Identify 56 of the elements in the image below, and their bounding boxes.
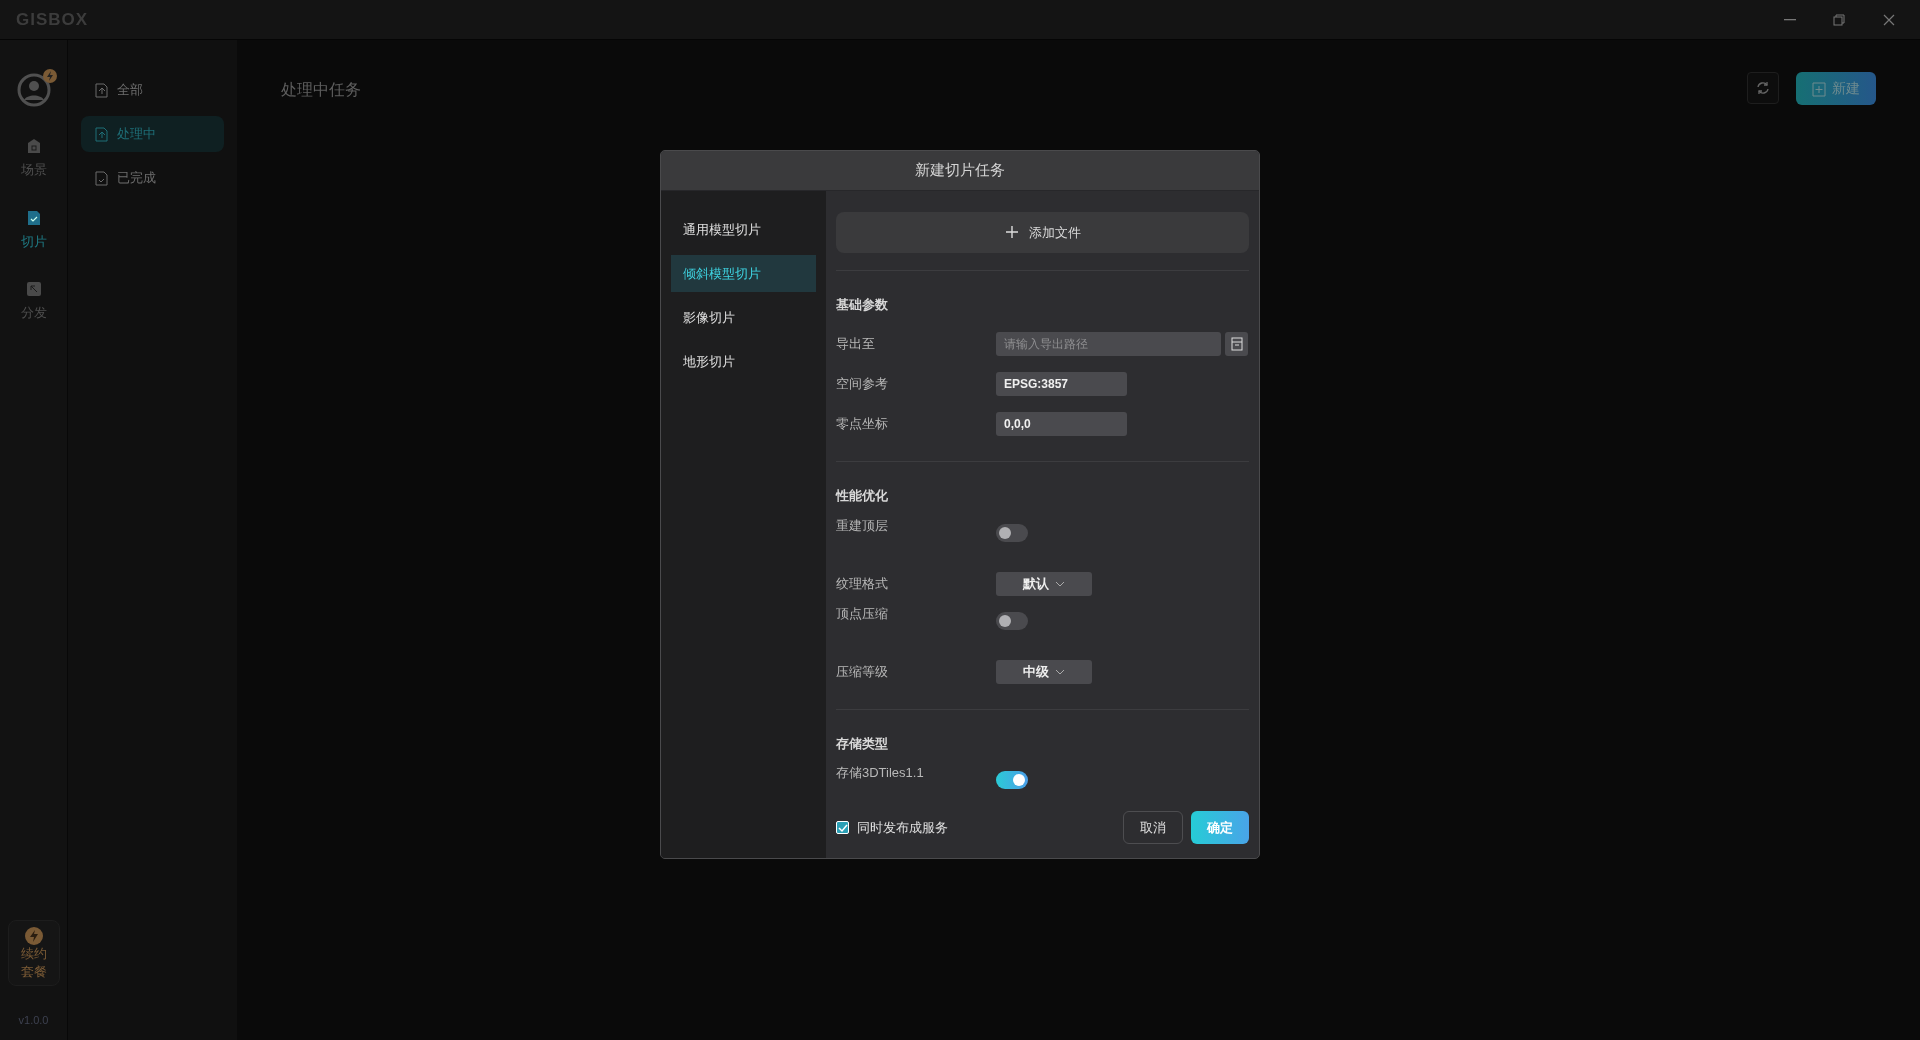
menu-item[interactable]: 影像切片 [671, 299, 816, 336]
field-label: 压缩等级 [836, 662, 889, 681]
refresh-button[interactable] [1747, 72, 1779, 104]
minimize-button[interactable] [1784, 18, 1796, 21]
field-label: 导出至 [836, 335, 876, 354]
section-title: 存储类型 [836, 734, 889, 753]
section-title: 性能优化 [836, 487, 889, 505]
nav-item[interactable]: 已完成 [81, 160, 224, 196]
document-check-icon [95, 170, 108, 186]
add-file-button[interactable]: 添加文件 [836, 212, 1249, 253]
field-label: 纹理格式 [836, 574, 889, 593]
avatar-icon [15, 72, 52, 108]
document-upload-icon [95, 82, 108, 98]
document-plus-icon [1812, 80, 1826, 97]
input-field[interactable]: 请输入导出路径 [996, 332, 1221, 356]
dialog-title: 新建切片任务 [661, 151, 1259, 191]
document-check-icon [25, 209, 42, 226]
toggle-switch[interactable] [996, 771, 1028, 789]
house-icon [25, 138, 42, 154]
document-upload-icon [95, 126, 108, 142]
checkmark-icon [837, 822, 848, 833]
toggle-switch[interactable] [996, 611, 1028, 630]
field-label: 顶点压缩 [836, 604, 889, 623]
close-icon [1882, 12, 1896, 27]
checkbox-label: 同时发布成服务 [857, 818, 948, 837]
chevron-down-icon [1055, 580, 1065, 587]
field-label: 空间参考 [836, 375, 889, 394]
browse-button[interactable] [1225, 332, 1248, 356]
chevron-down-icon [1055, 668, 1065, 675]
rail-tab[interactable]: 切片 [20, 209, 47, 251]
field-label: 存储3DTiles1.1 [836, 764, 925, 782]
menu-item[interactable]: 地形切片 [671, 343, 816, 380]
close-button[interactable] [1882, 12, 1896, 27]
dropdown[interactable]: 默认 [996, 571, 1092, 596]
lightning-icon [24, 926, 43, 945]
input-field[interactable]: 0,0,0 [996, 412, 1127, 436]
lightning-badge-icon [42, 69, 57, 83]
refresh-icon [1755, 80, 1771, 96]
minimize-icon [1784, 18, 1796, 21]
checkbox[interactable] [836, 821, 849, 834]
menu-item[interactable]: 倾斜模型切片 [671, 255, 816, 292]
input-field[interactable]: EPSG:3857 [996, 372, 1127, 396]
field-label: 零点坐标 [836, 415, 889, 434]
field-label: 重建顶层 [836, 516, 889, 535]
restore-icon [1832, 12, 1846, 27]
page-title: 处理中任务 [281, 80, 361, 100]
version-label: v1.0.0 [18, 1012, 49, 1028]
menu-item[interactable]: 通用模型切片 [671, 211, 816, 248]
section-title: 基础参数 [836, 295, 889, 314]
plus-icon [1004, 225, 1019, 240]
dropdown[interactable]: 中级 [996, 659, 1092, 684]
toggle-switch[interactable] [996, 523, 1028, 542]
cancel-button[interactable]: 取消 [1123, 811, 1183, 844]
restore-button[interactable] [1832, 12, 1846, 27]
nav-item[interactable]: 全部 [81, 72, 224, 108]
file-icon [1230, 337, 1243, 351]
